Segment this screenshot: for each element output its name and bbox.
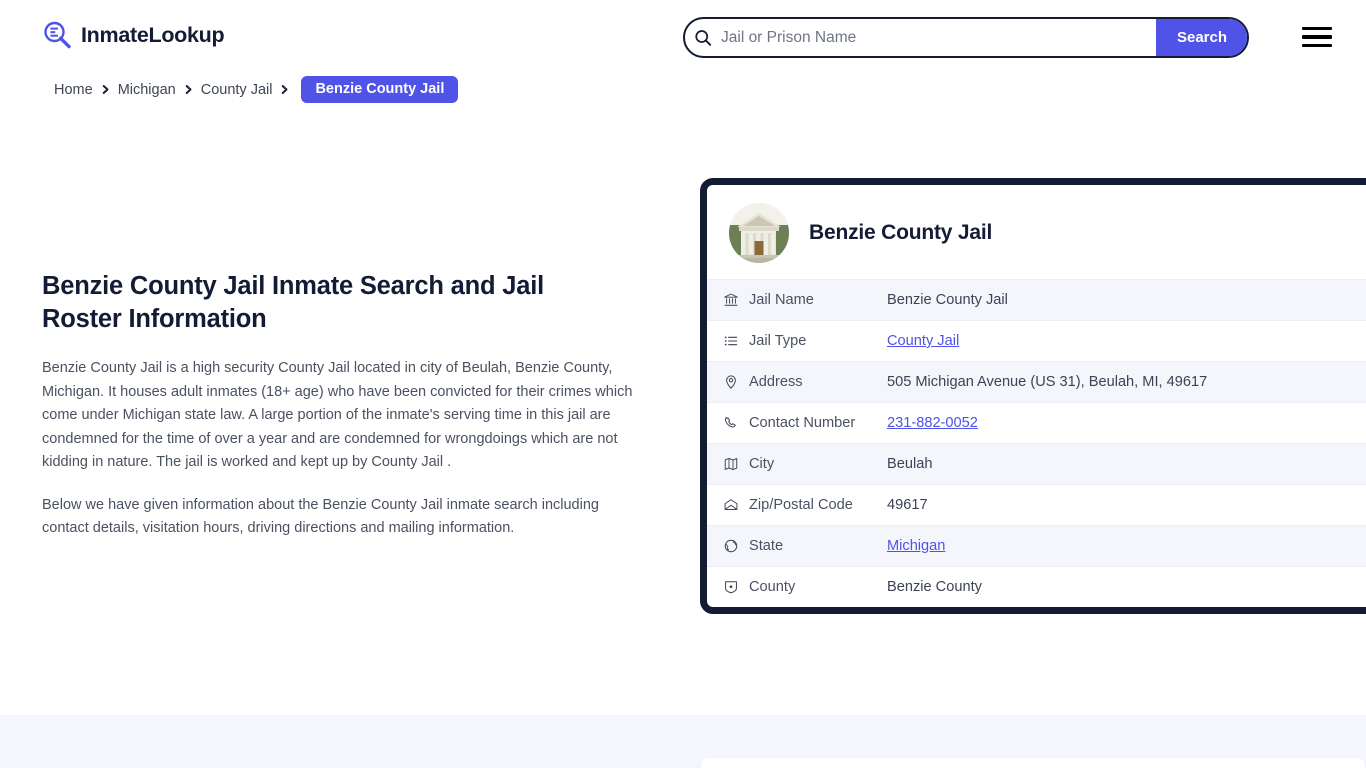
jail-details-table: Jail Name Benzie County Jail Jail Type C… xyxy=(707,279,1366,607)
courthouse-photo xyxy=(729,203,789,263)
chevron-right-icon xyxy=(100,84,111,95)
envelope-icon xyxy=(723,497,749,513)
table-row: Address 505 Michigan Avenue (US 31), Beu… xyxy=(707,361,1366,402)
site-header: InmateLookup Search xyxy=(0,0,1366,74)
breadcrumb: Home Michigan County Jail Benzie County … xyxy=(54,76,459,103)
jail-type-link[interactable]: County Jail xyxy=(887,333,959,349)
row-value: Benzie County Jail xyxy=(887,292,1008,308)
list-icon xyxy=(723,333,749,349)
table-row: Contact Number 231-882-0052 xyxy=(707,402,1366,443)
page-title: Benzie County Jail Inmate Search and Jai… xyxy=(42,272,544,333)
search-bar[interactable]: Search xyxy=(683,17,1249,58)
row-value: Benzie County xyxy=(887,579,982,595)
row-value: 231-882-0052 xyxy=(887,415,1366,431)
table-row: County Benzie County xyxy=(707,566,1366,607)
breadcrumb-current-page: Benzie County Jail xyxy=(301,76,459,103)
table-row: Zip/Postal Code 49617 xyxy=(707,484,1366,525)
search-icon xyxy=(685,29,721,47)
search-input[interactable] xyxy=(721,19,1156,56)
breadcrumb-item-county-jail[interactable]: County Jail xyxy=(201,82,273,98)
search-button[interactable]: Search xyxy=(1156,19,1247,56)
row-label: Zip/Postal Code xyxy=(749,497,853,513)
secondary-paragraph: Below we have given information about th… xyxy=(42,496,599,537)
chevron-right-icon xyxy=(279,84,290,95)
row-label: County xyxy=(749,579,796,595)
row-label: Jail Name xyxy=(749,292,814,308)
chevron-right-icon xyxy=(183,84,194,95)
hamburger-menu-icon[interactable] xyxy=(1302,24,1332,50)
menu-line-1 xyxy=(1302,27,1332,31)
phone-icon xyxy=(723,415,749,431)
row-label: State xyxy=(749,538,784,554)
table-row: City Beulah xyxy=(707,443,1366,484)
breadcrumb-item-michigan[interactable]: Michigan xyxy=(118,82,176,98)
row-value: 49617 xyxy=(887,497,928,513)
page-root: InmateLookup Search Home Michigan xyxy=(0,0,1366,768)
row-value: Michigan xyxy=(887,538,1366,554)
row-value: County Jail xyxy=(887,333,1366,349)
brand-logo-link[interactable]: InmateLookup xyxy=(42,20,225,50)
jail-info-card: Benzie County Jail Jail Name Benzie Coun xyxy=(700,178,1366,614)
bank-icon xyxy=(723,292,749,308)
magnifier-list-logo-icon xyxy=(42,20,72,50)
map-icon xyxy=(723,456,749,472)
card-title: Benzie County Jail xyxy=(809,221,993,244)
row-label: Jail Type xyxy=(749,333,807,349)
table-row: Jail Type County Jail xyxy=(707,320,1366,361)
brand-name: InmateLookup xyxy=(81,22,225,47)
card-header: Benzie County Jail xyxy=(707,185,1366,279)
contact-number-link[interactable]: 231-882-0052 xyxy=(887,415,978,431)
row-label: Contact Number xyxy=(749,415,856,431)
menu-line-3 xyxy=(1302,43,1332,47)
article-column: Benzie County Jail Inmate Search and Jai… xyxy=(42,270,642,541)
state-link[interactable]: Michigan xyxy=(887,538,945,554)
breadcrumb-item-home[interactable]: Home xyxy=(54,82,93,98)
row-label: City xyxy=(749,456,775,472)
next-section-card xyxy=(700,757,1366,768)
menu-line-2 xyxy=(1302,35,1332,39)
shield-icon xyxy=(723,579,749,595)
table-row: Jail Name Benzie County Jail xyxy=(707,279,1366,320)
table-row: State Michigan xyxy=(707,525,1366,566)
globe-icon xyxy=(723,538,749,554)
intro-paragraph: Benzie County Jail is a high security Co… xyxy=(42,360,633,471)
row-label: Address xyxy=(749,374,803,390)
map-pin-icon xyxy=(723,374,749,390)
row-value: Beulah xyxy=(887,456,933,472)
row-value: 505 Michigan Avenue (US 31), Beulah, MI,… xyxy=(887,374,1208,390)
